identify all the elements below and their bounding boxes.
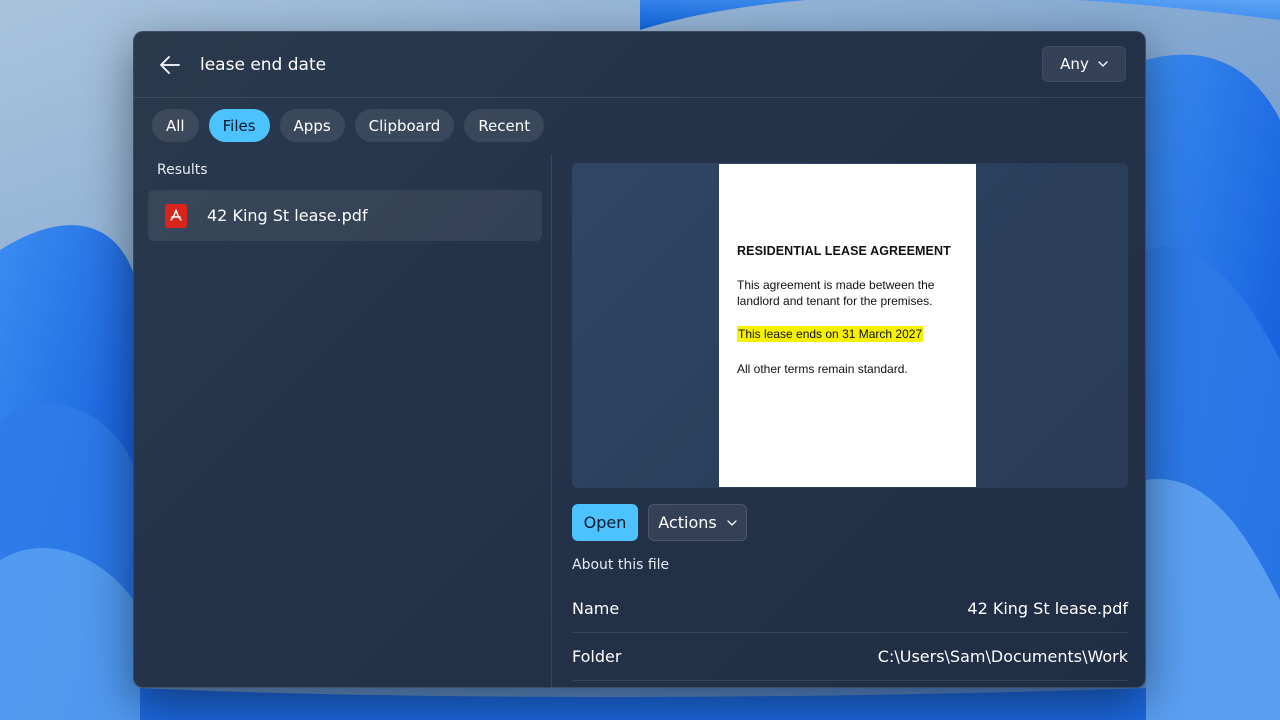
filter-tabs: All Files Apps Clipboard Recent: [152, 109, 545, 142]
search-bar: Any: [134, 32, 1145, 98]
chevron-down-icon: [727, 519, 737, 526]
scope-dropdown[interactable]: Any: [1042, 46, 1126, 82]
document-paragraph: All other terms remain standard.: [737, 362, 908, 376]
result-item[interactable]: 42 King St lease.pdf: [148, 190, 542, 241]
result-name: 42 King St lease.pdf: [207, 206, 368, 225]
results-heading: Results: [157, 162, 208, 178]
property-value: 42 King St lease.pdf: [967, 599, 1128, 618]
filter-all[interactable]: All: [152, 109, 199, 142]
about-file-heading: About this file: [572, 557, 670, 573]
pane-divider: [551, 154, 552, 687]
actions-button[interactable]: Actions: [648, 504, 747, 541]
file-preview: RESIDENTIAL LEASE AGREEMENT This agreeme…: [572, 163, 1128, 488]
property-value: C:\Users\Sam\Documents\Work: [877, 647, 1128, 666]
open-button[interactable]: Open: [572, 504, 638, 541]
file-property-row: Folder C:\Users\Sam\Documents\Work: [572, 633, 1128, 681]
search-window: Any All Files Apps Clipboard Recent Resu…: [133, 31, 1146, 688]
document-paragraph: This agreement is made between the landl…: [737, 278, 935, 308]
filter-apps[interactable]: Apps: [279, 109, 345, 142]
property-label: Folder: [572, 647, 622, 666]
scope-dropdown-label: Any: [1060, 55, 1089, 73]
chevron-down-icon: [1098, 61, 1108, 67]
filter-recent[interactable]: Recent: [464, 109, 545, 142]
back-button[interactable]: [156, 52, 184, 78]
property-label: Name: [572, 599, 620, 618]
document-page: RESIDENTIAL LEASE AGREEMENT This agreeme…: [719, 164, 976, 487]
filter-clipboard[interactable]: Clipboard: [354, 109, 455, 142]
filter-files[interactable]: Files: [208, 109, 270, 142]
document-title: RESIDENTIAL LEASE AGREEMENT: [737, 244, 951, 258]
back-arrow-icon: [160, 56, 180, 74]
document-highlighted-line: This lease ends on 31 March 2027: [737, 326, 924, 342]
file-property-row: Name 42 King St lease.pdf: [572, 585, 1128, 633]
pdf-icon: [165, 203, 187, 228]
search-input[interactable]: [200, 51, 900, 79]
